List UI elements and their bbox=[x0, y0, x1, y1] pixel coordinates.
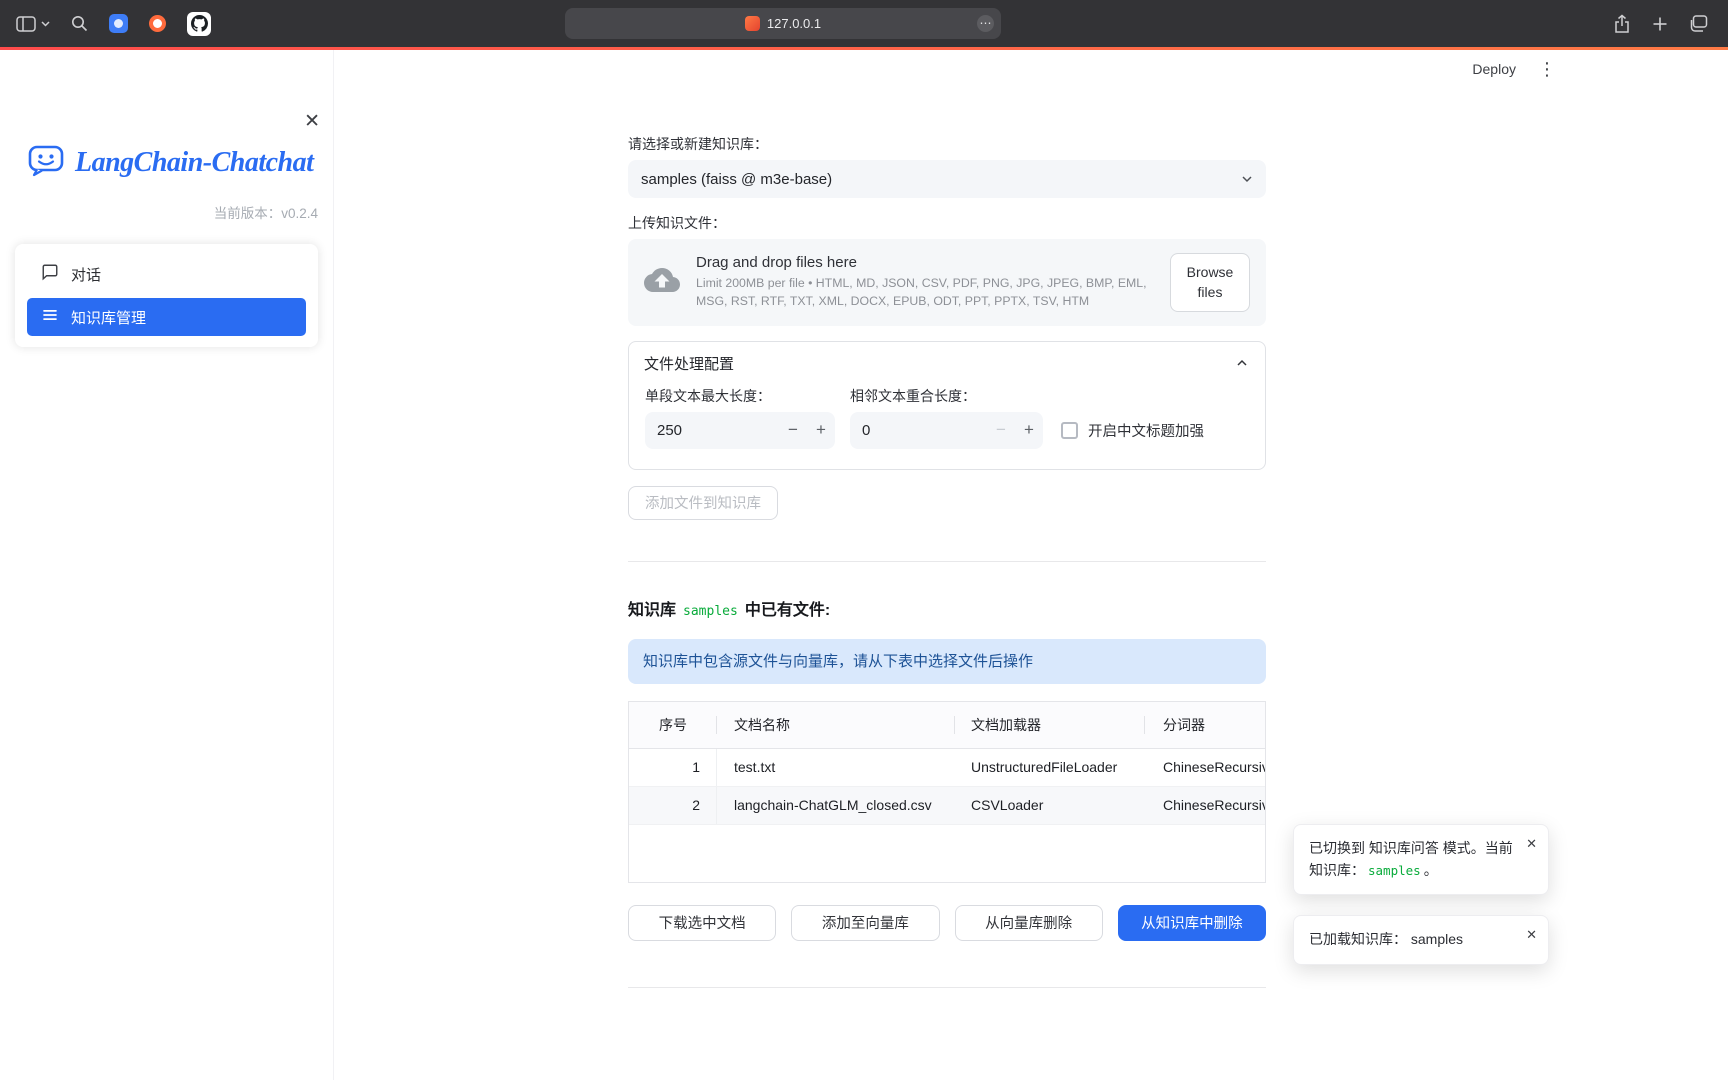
kb-files-heading: 知识库 samples 中已有文件: bbox=[628, 596, 1266, 620]
heading-suffix: 中已有文件: bbox=[745, 596, 830, 620]
deploy-button[interactable]: Deploy bbox=[1472, 61, 1516, 77]
logo-icon bbox=[26, 140, 66, 185]
kb-selected-value: samples (faiss @ m3e-base) bbox=[641, 171, 832, 188]
browser-chrome: 127.0.0.1 ⋯ bbox=[0, 0, 1728, 47]
sidebar-item-kb-management[interactable]: 知识库管理 bbox=[27, 298, 306, 336]
cell-loader: CSVLoader bbox=[955, 787, 1145, 824]
overlap-input[interactable]: 0 − + bbox=[850, 412, 1043, 449]
share-icon[interactable] bbox=[1613, 14, 1631, 34]
expander-title: 文件处理配置 bbox=[644, 353, 734, 374]
plus-stepper[interactable]: + bbox=[807, 420, 835, 440]
chat-bubble-icon bbox=[41, 263, 59, 285]
add-files-to-kb-button[interactable]: 添加文件到知识库 bbox=[628, 486, 778, 520]
dropzone-limit-text: Limit 200MB per file • HTML, MD, JSON, C… bbox=[696, 275, 1154, 311]
chevron-up-icon bbox=[1234, 355, 1250, 371]
cell-loader: UnstructuredFileLoader bbox=[955, 749, 1145, 786]
table-row[interactable]: 1 test.txt UnstructuredFileLoader Chines… bbox=[629, 749, 1265, 787]
max-length-input[interactable]: 250 − + bbox=[645, 412, 835, 449]
toast-kb-loaded: ✕ 已加载知识库： samples bbox=[1293, 915, 1549, 965]
table-row[interactable]: 2 langchain-ChatGLM_closed.csv CSVLoader… bbox=[629, 787, 1265, 825]
extension-icon-blue[interactable] bbox=[109, 14, 128, 33]
column-header-loader[interactable]: 文档加载器 bbox=[955, 702, 1145, 748]
zh-title-checkbox-label: 开启中文标题加强 bbox=[1088, 420, 1204, 441]
kb-list-icon bbox=[41, 306, 59, 328]
max-length-label: 单段文本最大长度： bbox=[645, 388, 835, 404]
kb-name-code: samples bbox=[683, 604, 738, 619]
cloud-upload-icon bbox=[644, 262, 680, 303]
minus-stepper[interactable]: − bbox=[987, 420, 1015, 440]
browse-files-button[interactable]: Browse files bbox=[1170, 253, 1250, 312]
add-to-vectorstore-button[interactable]: 添加至向量库 bbox=[791, 905, 939, 941]
version-label: 当前版本：v0.2.4 bbox=[0, 202, 318, 222]
table-empty-area bbox=[629, 825, 1265, 882]
sidebar-item-dialogue[interactable]: 对话 bbox=[27, 255, 306, 293]
expander-header[interactable]: 文件处理配置 bbox=[629, 342, 1265, 385]
divider bbox=[628, 987, 1266, 988]
github-icon[interactable] bbox=[187, 12, 211, 36]
toast-code: samples bbox=[1368, 863, 1421, 878]
site-favicon bbox=[745, 16, 760, 31]
upload-section-label: 上传知识文件： bbox=[628, 215, 1266, 231]
sidebar-item-label: 对话 bbox=[71, 264, 101, 285]
checkbox-unchecked-icon[interactable] bbox=[1061, 422, 1078, 439]
toast-stack: ✕ 已切换到 知识库问答 模式。当前知识库：samples。 ✕ 已加载知识库：… bbox=[1293, 824, 1549, 965]
tab-overview-icon[interactable] bbox=[1689, 15, 1708, 32]
cell-no: 2 bbox=[629, 787, 717, 824]
column-header-name[interactable]: 文档名称 bbox=[717, 702, 955, 748]
kb-selectbox[interactable]: samples (faiss @ m3e-base) bbox=[628, 160, 1266, 198]
overlap-label: 相邻文本重合长度： bbox=[850, 388, 1043, 404]
new-tab-icon[interactable] bbox=[1652, 16, 1668, 32]
toast-mode-switched: ✕ 已切换到 知识库问答 模式。当前知识库：samples。 bbox=[1293, 824, 1549, 895]
url-bar[interactable]: 127.0.0.1 ⋯ bbox=[565, 8, 1001, 39]
url-text: 127.0.0.1 bbox=[767, 16, 821, 31]
chevron-down-icon[interactable] bbox=[41, 21, 50, 27]
file-config-expander: 文件处理配置 单段文本最大长度： 250 − + bbox=[628, 341, 1266, 470]
sidebar-menu: 对话 知识库管理 bbox=[15, 244, 318, 347]
logo: LangChain-Chatchat bbox=[26, 140, 333, 185]
logo-text: LangChain-Chatchat bbox=[75, 147, 313, 179]
plus-stepper[interactable]: + bbox=[1015, 420, 1043, 440]
extension-icon-ring[interactable] bbox=[149, 15, 166, 32]
close-icon[interactable]: ✕ bbox=[1526, 836, 1537, 852]
search-icon[interactable] bbox=[71, 15, 88, 32]
kebab-menu-icon[interactable]: ⋮ bbox=[1538, 60, 1556, 78]
column-header-no[interactable]: 序号 bbox=[629, 702, 717, 748]
cell-name: test.txt bbox=[717, 749, 955, 786]
chevron-down-icon bbox=[1239, 171, 1255, 187]
page-options-icon[interactable]: ⋯ bbox=[977, 15, 994, 32]
cell-name: langchain-ChatGLM_closed.csv bbox=[717, 787, 955, 824]
delete-from-vectorstore-button[interactable]: 从向量库删除 bbox=[955, 905, 1103, 941]
overlap-value: 0 bbox=[850, 422, 987, 439]
sidebar: ✕ LangChain-Chatchat 当前版本：v0.2.4 bbox=[0, 50, 334, 1080]
sidebar-toggle-icon[interactable] bbox=[16, 16, 36, 32]
heading-prefix: 知识库 bbox=[628, 596, 676, 620]
max-length-value: 250 bbox=[645, 422, 779, 439]
close-icon[interactable]: ✕ bbox=[1526, 927, 1537, 943]
table-header-row: 序号 文档名称 文档加载器 分词器 bbox=[629, 702, 1265, 749]
info-banner: 知识库中包含源文件与向量库，请从下表中选择文件后操作 bbox=[628, 639, 1266, 684]
file-dropzone[interactable]: Drag and drop files here Limit 200MB per… bbox=[628, 239, 1266, 326]
table-actions: 下载选中文档 添加至向量库 从向量库删除 从知识库中删除 bbox=[628, 905, 1266, 941]
files-table: 序号 文档名称 文档加载器 分词器 1 test.txt Unstructure… bbox=[628, 701, 1266, 883]
dropzone-title: Drag and drop files here bbox=[696, 254, 1154, 271]
sidebar-item-label: 知识库管理 bbox=[71, 307, 146, 328]
column-header-splitter[interactable]: 分词器 bbox=[1145, 702, 1265, 748]
kb-select-label: 请选择或新建知识库： bbox=[628, 136, 1266, 152]
cell-no: 1 bbox=[629, 749, 717, 786]
toast-text: 。 bbox=[1424, 862, 1438, 878]
sidebar-close-icon[interactable]: ✕ bbox=[304, 110, 320, 133]
cell-splitter: ChineseRecursiveTextSplitter bbox=[1145, 749, 1265, 786]
delete-from-kb-button[interactable]: 从知识库中删除 bbox=[1118, 905, 1266, 941]
minus-stepper[interactable]: − bbox=[779, 420, 807, 440]
toast-text: 已加载知识库： samples bbox=[1309, 931, 1463, 947]
divider bbox=[628, 561, 1266, 562]
zh-title-checkbox-group[interactable]: 开启中文标题加强 bbox=[1061, 412, 1204, 449]
download-selected-button[interactable]: 下载选中文档 bbox=[628, 905, 776, 941]
cell-splitter: ChineseRecursiveTextSplitter bbox=[1145, 787, 1265, 824]
screen: 127.0.0.1 ⋯ bbox=[0, 0, 1728, 1080]
